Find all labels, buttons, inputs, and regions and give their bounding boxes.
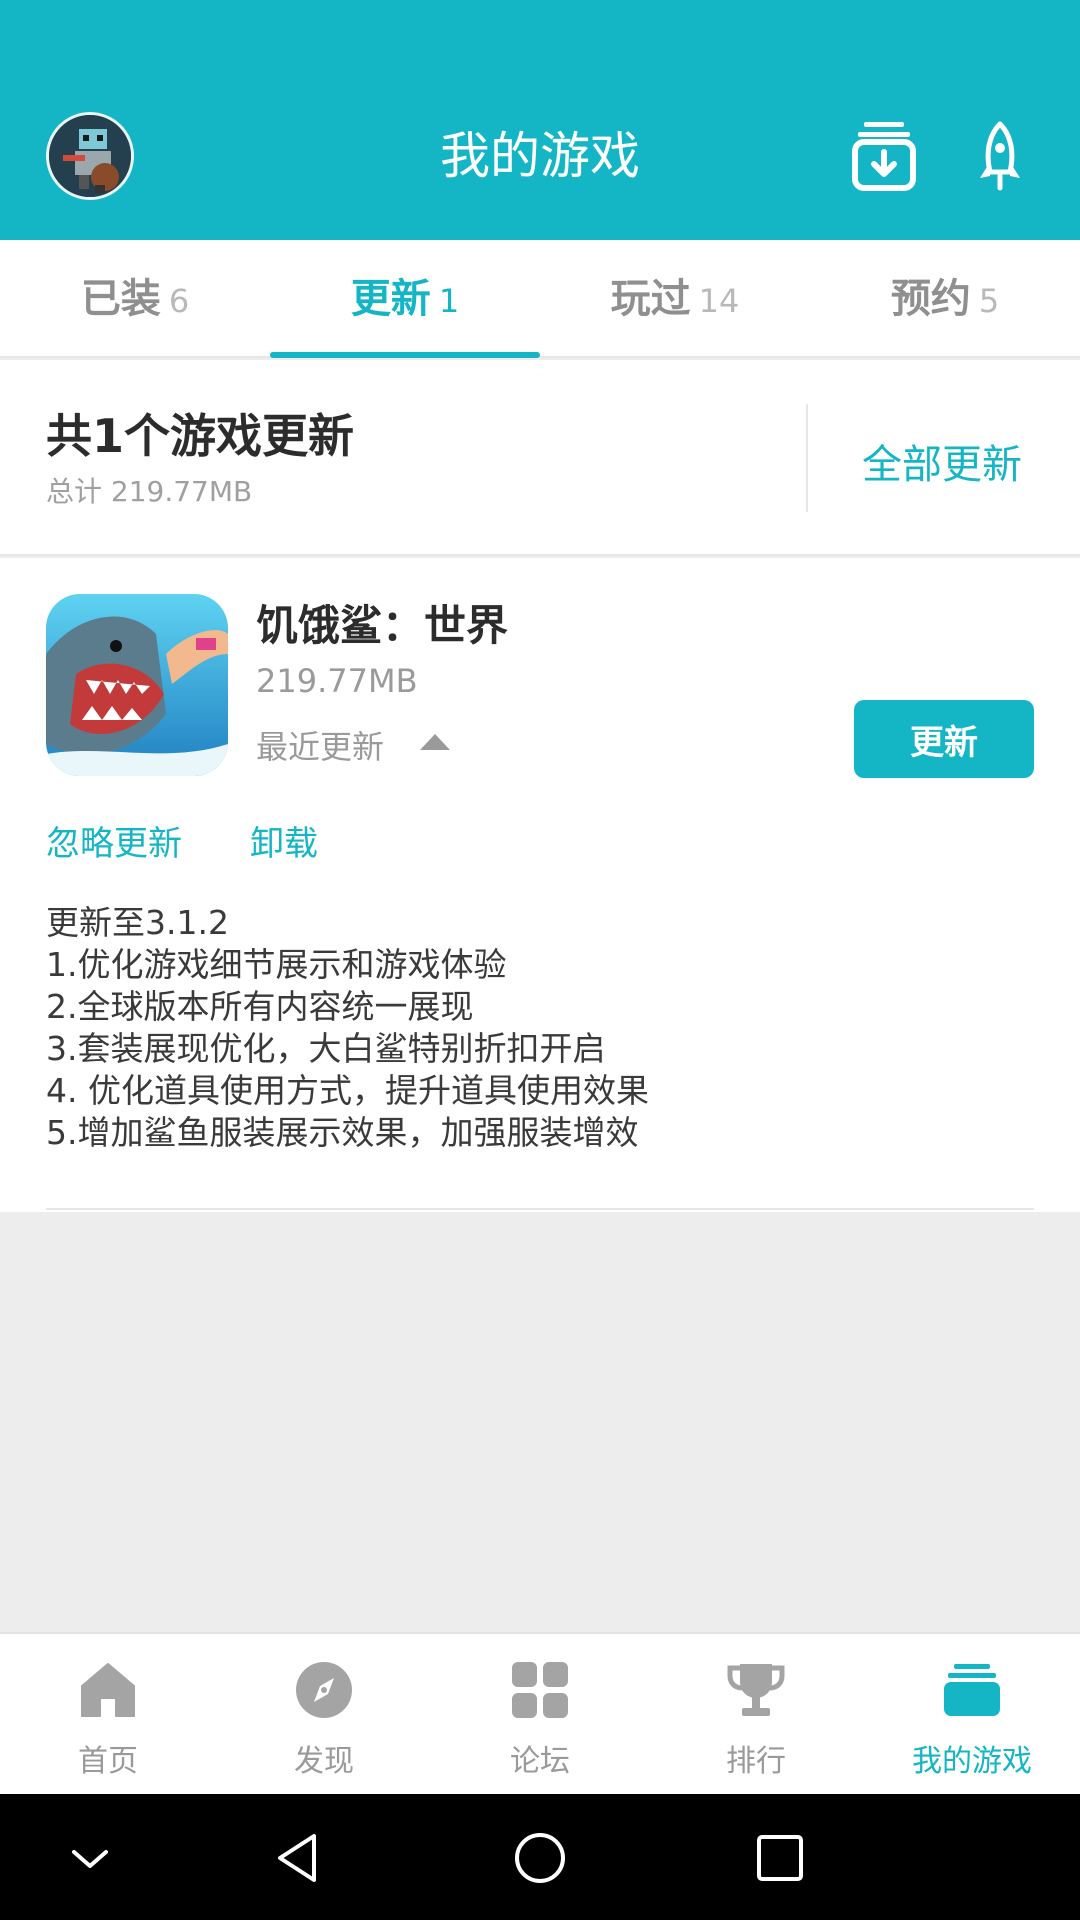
nav-label: 排行 — [726, 1744, 786, 1779]
summary-total-size: 总计 219.77MB — [46, 475, 253, 508]
update-note-line: 5.增加鲨鱼服装展示效果，加强服装增效 — [46, 1113, 639, 1152]
update-summary: 共1个游戏更新 总计 219.77MB 全部更新 — [0, 360, 1080, 556]
game-size: 219.77MB — [256, 662, 418, 700]
uninstall-link[interactable]: 卸载 — [250, 816, 318, 865]
nav-ranking[interactable]: 排行 — [648, 1634, 864, 1796]
bottom-navigation: 首页 发现 论坛 排行 我的游戏 — [0, 1632, 1080, 1794]
summary-divider — [806, 404, 808, 512]
tab-label: 已装 — [80, 276, 161, 322]
game-name: 饥饿鲨：世界 — [256, 601, 509, 650]
nav-label: 首页 — [78, 1744, 138, 1779]
update-note-line: 1.优化游戏细节展示和游戏体验 — [46, 945, 507, 984]
nav-discover[interactable]: 发现 — [216, 1634, 432, 1796]
recent-apps-square-icon[interactable] — [750, 1828, 810, 1888]
tab-count: 1 — [438, 282, 460, 320]
nav-home[interactable]: 首页 — [0, 1634, 216, 1796]
system-navigation-bar — [0, 1794, 1080, 1920]
nav-label: 论坛 — [510, 1744, 570, 1779]
tab-installed[interactable]: 已装 6 — [0, 240, 270, 358]
card-divider — [46, 1208, 1034, 1210]
update-notes: 更新至3.1.2 1.优化游戏细节展示和游戏体验 2.全球版本所有内容统一展现 … — [46, 902, 1026, 1154]
recent-update-toggle[interactable]: 最近更新 — [256, 722, 384, 768]
update-button[interactable]: 更新 — [854, 700, 1034, 778]
nav-forum[interactable]: 论坛 — [432, 1634, 648, 1796]
tab-updates[interactable]: 更新 1 — [270, 240, 540, 358]
game-icon[interactable] — [46, 594, 228, 776]
page-title: 我的游戏 — [440, 127, 640, 185]
nav-label: 我的游戏 — [912, 1744, 1032, 1779]
tab-bar: 已装 6 更新 1 玩过 14 预约 5 — [0, 240, 1080, 358]
update-note-line: 3.套装展现优化，大白鲨特别折扣开启 — [46, 1029, 606, 1068]
hungry-shark-icon — [46, 594, 228, 776]
back-triangle-icon[interactable] — [270, 1828, 330, 1888]
download-manager-icon[interactable] — [852, 120, 916, 192]
summary-title: 共1个游戏更新 — [46, 409, 355, 463]
collapse-triangle-icon[interactable] — [420, 734, 450, 750]
app-header: 我的游戏 — [0, 0, 1080, 240]
update-all-button[interactable]: 全部更新 — [862, 432, 1022, 490]
nav-label: 发现 — [294, 1744, 354, 1779]
tab-count: 6 — [168, 282, 190, 320]
stack-icon — [944, 1664, 1000, 1716]
home-icon — [81, 1663, 135, 1717]
tab-played[interactable]: 玩过 14 — [540, 240, 810, 358]
rocket-icon[interactable] — [976, 120, 1024, 192]
home-circle-icon[interactable] — [510, 1828, 570, 1888]
compass-icon — [296, 1662, 352, 1718]
grid-icon — [512, 1662, 568, 1718]
update-note-line: 2.全球版本所有内容统一展现 — [46, 987, 474, 1026]
tab-label: 预约 — [890, 276, 971, 322]
chevron-down-icon[interactable] — [60, 1828, 120, 1888]
tab-count: 5 — [978, 282, 1000, 320]
active-tab-indicator — [270, 352, 540, 358]
tab-reserved[interactable]: 预约 5 — [810, 240, 1080, 358]
tab-label: 玩过 — [610, 276, 691, 322]
update-note-line: 更新至3.1.2 — [46, 903, 229, 942]
trophy-icon — [727, 1664, 785, 1716]
tab-label: 更新 — [350, 276, 431, 322]
tab-count: 14 — [698, 282, 740, 320]
game-update-card: 饥饿鲨：世界 219.77MB 最近更新 更新 忽略更新 卸载 更新至3.1.2… — [0, 558, 1080, 1212]
update-note-line: 4. 优化道具使用方式，提升道具使用效果 — [46, 1071, 649, 1110]
ignore-update-link[interactable]: 忽略更新 — [46, 816, 182, 865]
nav-my-games[interactable]: 我的游戏 — [864, 1634, 1080, 1796]
